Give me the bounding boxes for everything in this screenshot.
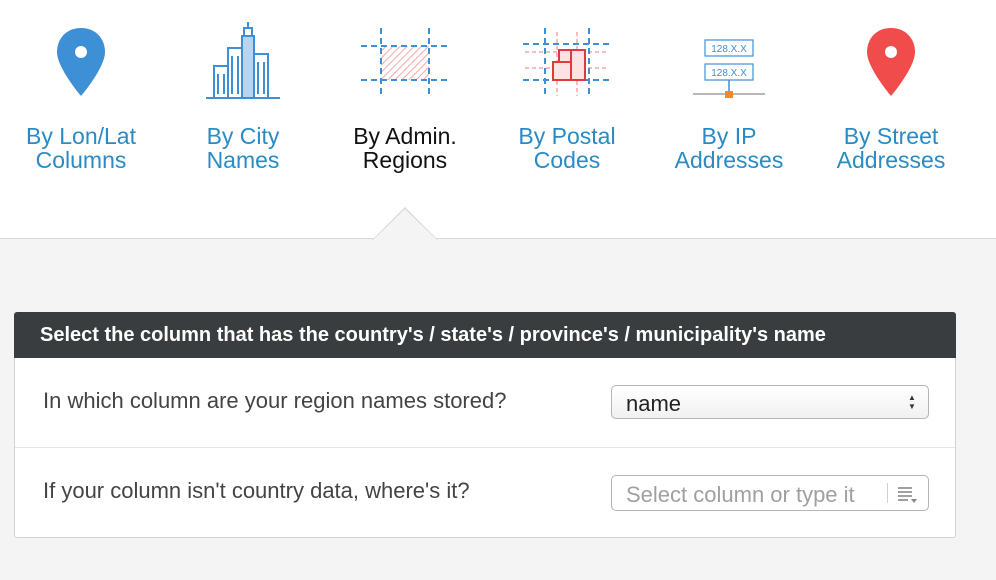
admin-region-grid-icon	[324, 18, 486, 118]
tab-postal-codes[interactable]: By Postal Codes	[486, 0, 648, 238]
ip-label-top: 128.X.X	[711, 44, 747, 55]
active-tab-pointer-fill	[373, 209, 437, 240]
region-column-question: In which column are your region names st…	[43, 388, 507, 413]
tab-label-line1: By City	[206, 123, 280, 149]
ip-label-bottom: 128.X.X	[711, 68, 747, 79]
list-dropdown-icon[interactable]	[896, 484, 918, 504]
tab-ip-addresses[interactable]: 128.X.X 128.X.X By IP Addresses	[648, 0, 810, 238]
tab-label-line2: Codes	[533, 147, 601, 173]
tab-city-names[interactable]: By City Names	[162, 0, 324, 238]
tab-label-line1: By Lon/Lat	[26, 123, 136, 149]
tab-lon-lat-columns[interactable]: By Lon/Lat Columns	[0, 0, 162, 238]
georeference-type-tabs: By Lon/Lat Columns By City Names By Admi…	[0, 0, 996, 239]
column-selection-panel: Select the column that has the country's…	[14, 312, 956, 538]
tab-label-line1: By Admin.	[353, 123, 457, 149]
tab-label-line2: Columns	[35, 147, 127, 173]
tab-label-line2: Regions	[362, 147, 448, 173]
tab-admin-regions[interactable]: By Admin. Regions	[324, 0, 486, 238]
region-column-row: In which column are your region names st…	[15, 358, 955, 448]
panel-header: Select the column that has the country's…	[14, 312, 956, 358]
postal-grid-icon	[486, 18, 648, 118]
country-column-placeholder: Select column or type it	[626, 482, 855, 507]
map-pin-red-icon	[810, 18, 972, 118]
country-column-combobox[interactable]: Select column or type it	[611, 475, 929, 511]
tab-label-line1: By Postal	[518, 123, 616, 149]
country-column-question: If your column isn't country data, where…	[43, 478, 470, 503]
tab-label-line1: By Street	[843, 123, 939, 149]
tab-label-line1: By IP	[701, 123, 757, 149]
region-column-select[interactable]: name ▲ ▼	[611, 385, 929, 419]
tab-label-line2: Addresses	[674, 147, 784, 173]
tab-label-line2: Names	[206, 147, 280, 173]
country-column-row: If your column isn't country data, where…	[15, 448, 955, 537]
region-column-select-value: name	[626, 391, 682, 416]
ip-network-icon: 128.X.X 128.X.X	[648, 18, 810, 118]
map-pin-blue-icon	[0, 18, 162, 118]
city-skyline-icon	[162, 18, 324, 118]
tab-label-line2: Addresses	[836, 147, 946, 173]
combobox-divider	[887, 483, 888, 503]
select-arrows-icon: ▲ ▼	[908, 393, 916, 411]
tab-street-addresses[interactable]: By Street Addresses	[810, 0, 972, 238]
